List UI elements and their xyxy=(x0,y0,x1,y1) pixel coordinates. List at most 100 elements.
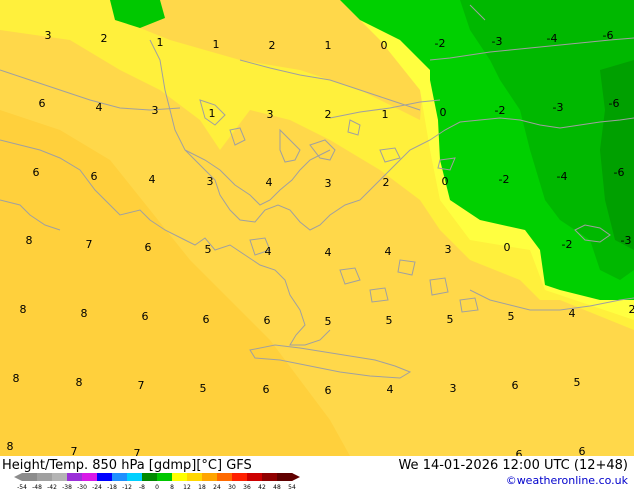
legend-tick-label: -54 xyxy=(17,484,27,490)
contour-label: 6 xyxy=(263,383,270,396)
legend-tick-label: 36 xyxy=(243,484,251,490)
contour-label: 6 xyxy=(33,166,40,179)
contour-label: 2 xyxy=(629,303,634,316)
contour-label: 5 xyxy=(574,376,581,389)
legend-swatch xyxy=(232,473,248,481)
legend-tick-label: 24 xyxy=(213,484,221,490)
contour-label: 3 xyxy=(325,177,332,190)
contour-label: 3 xyxy=(445,243,452,256)
contour-label: 5 xyxy=(200,382,207,395)
contour-label: 8 xyxy=(7,440,14,453)
legend-arrow-left xyxy=(14,473,22,481)
map-title: Height/Temp. 850 hPa [gdmp][°C] GFS xyxy=(2,458,252,473)
contour-label: 2 xyxy=(101,32,108,45)
contour-label: 8 xyxy=(26,234,33,247)
contour-label: 6 xyxy=(203,313,210,326)
contour-label: 8 xyxy=(20,303,27,316)
contour-label: 1 xyxy=(157,36,164,49)
contour-label: 3 xyxy=(207,175,214,188)
legend-swatch xyxy=(112,473,128,481)
legend-arrow-right xyxy=(292,473,300,481)
contour-label: -6 xyxy=(609,97,620,110)
legend-swatch xyxy=(67,473,83,481)
legend-tick-label: 0 xyxy=(155,484,159,490)
contour-label: 6 xyxy=(516,448,523,456)
contour-label: 3 xyxy=(450,382,457,395)
legend-tick-label: -38 xyxy=(62,484,72,490)
contour-label: 4 xyxy=(266,176,273,189)
legend-tick-label: -30 xyxy=(77,484,87,490)
contour-label: 6 xyxy=(145,241,152,254)
contour-label: 8 xyxy=(76,376,83,389)
legend-tick-label: -48 xyxy=(32,484,42,490)
contour-label: 1 xyxy=(209,107,216,120)
contour-label: 5 xyxy=(447,313,454,326)
weather-map-figure: 3 2 1 1 2 1 0 -2 -3 -4 -6 6 4 3 1 3 2 1 0 -2 -3 -6 6 6 4 3 4 3 2 0 -2-… xyxy=(0,0,634,490)
contour-label: 2 xyxy=(269,39,276,52)
contour-label: 7 xyxy=(134,447,141,456)
contour-label: -3 xyxy=(553,101,564,114)
legend-swatch xyxy=(37,473,53,481)
contour-label: -3 xyxy=(621,234,632,247)
contour-label: 0 xyxy=(504,241,511,254)
contour-label: 5 xyxy=(508,310,515,323)
contour-label: 0 xyxy=(440,106,447,119)
legend-swatch xyxy=(217,473,233,481)
contour-label: 4 xyxy=(385,245,392,258)
contour-label: 5 xyxy=(325,315,332,328)
contour-label: 6 xyxy=(512,379,519,392)
contour-label: -2 xyxy=(562,238,573,251)
contour-label: 8 xyxy=(13,372,20,385)
contour-label: -6 xyxy=(603,29,614,42)
contour-label: 3 xyxy=(152,104,159,117)
contour-label: -2 xyxy=(495,104,506,117)
legend-swatch xyxy=(82,473,98,481)
legend-tick-label: 12 xyxy=(183,484,191,490)
contour-label: 1 xyxy=(213,38,220,51)
legend-swatch xyxy=(262,473,278,481)
contour-label: 5 xyxy=(386,314,393,327)
contour-label: -4 xyxy=(557,170,568,183)
legend-swatch xyxy=(172,473,188,481)
contour-label: 4 xyxy=(569,307,576,320)
legend-tick-label: -18 xyxy=(107,484,117,490)
contour-label: 5 xyxy=(205,243,212,256)
legend-tick-label: -24 xyxy=(92,484,102,490)
contour-label: -6 xyxy=(614,166,625,179)
legend-swatch xyxy=(142,473,158,481)
legend-tick-label: -12 xyxy=(122,484,132,490)
contour-label: 0 xyxy=(442,175,449,188)
contour-label: 7 xyxy=(138,379,145,392)
contour-label: 0 xyxy=(381,39,388,52)
contour-label: -4 xyxy=(547,32,558,45)
contour-label: 4 xyxy=(325,246,332,259)
contour-label: 6 xyxy=(142,310,149,323)
legend-tick-label: -42 xyxy=(47,484,57,490)
legend-tick-label: -8 xyxy=(139,484,145,490)
contour-label: 1 xyxy=(325,39,332,52)
color-legend: -54 -48 -42 -38 -30 -24 -18 -12 -8 0 8 12 18 24 30 36 42… xyxy=(14,473,300,490)
contour-label: 4 xyxy=(265,245,272,258)
contour-label: 6 xyxy=(579,445,586,456)
legend-tick-label: 8 xyxy=(170,484,174,490)
legend-tick-label: 42 xyxy=(258,484,266,490)
contour-label: 4 xyxy=(387,383,394,396)
legend-swatch xyxy=(247,473,263,481)
contour-label: 1 xyxy=(382,108,389,121)
valid-time: We 14-01-2026 12:00 UTC (12+48) xyxy=(398,458,628,473)
legend-tick-label: 48 xyxy=(273,484,281,490)
temperature-map: 3 2 1 1 2 1 0 -2 -3 -4 -6 6 4 3 1 3 2 1 0 -2 -3 -6 6 6 4 3 4 3 2 0 -2 -… xyxy=(0,0,634,456)
legend-swatch xyxy=(97,473,113,481)
contour-label: 7 xyxy=(86,238,93,251)
contour-label: 2 xyxy=(383,176,390,189)
contour-label: 6 xyxy=(39,97,46,110)
contour-label: 8 xyxy=(81,307,88,320)
contour-label: -2 xyxy=(435,37,446,50)
contour-label: 3 xyxy=(267,108,274,121)
contour-label: -2 xyxy=(499,173,510,186)
contour-label: 4 xyxy=(149,173,156,186)
contour-label: 3 xyxy=(45,29,52,42)
credit-link[interactable]: ©weatheronline.co.uk xyxy=(506,474,628,487)
legend-tick-label: 30 xyxy=(228,484,236,490)
legend-swatch xyxy=(127,473,143,481)
